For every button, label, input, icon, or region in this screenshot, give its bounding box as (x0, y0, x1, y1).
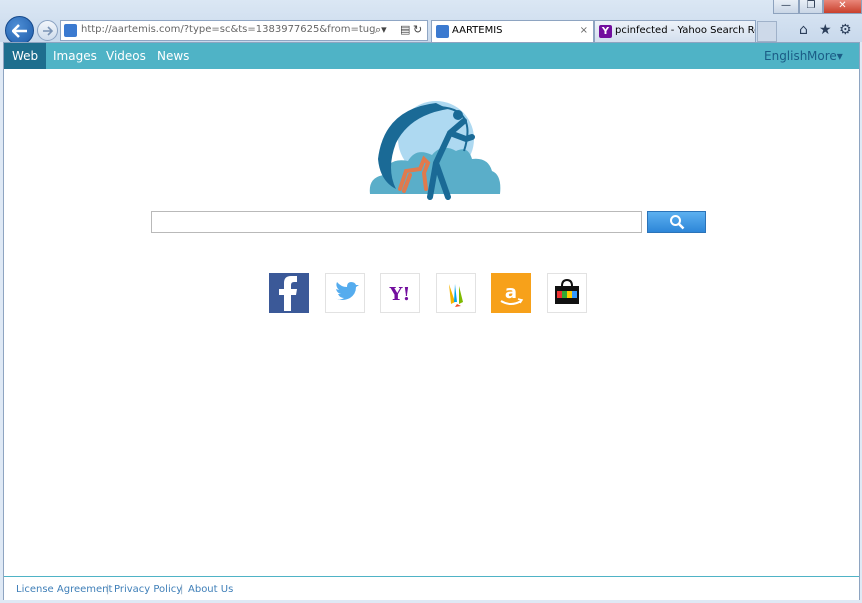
tab-label: AARTEMIS (452, 25, 503, 36)
msn-link[interactable] (436, 273, 476, 313)
compatibility-view-icon[interactable]: ▤ (400, 23, 410, 36)
footer-separator: | (180, 584, 184, 595)
nav-images[interactable]: Images (45, 43, 105, 69)
refresh-icon[interactable]: ↻ (413, 23, 422, 36)
home-icon[interactable]: ⌂ (799, 22, 808, 38)
site-favicon-icon (64, 24, 77, 37)
close-window-button[interactable]: ✕ (823, 0, 862, 14)
shopping-bag-icon (555, 278, 579, 304)
address-url: http://aartemis.com/?type=sc&ts=13839776… (81, 24, 376, 35)
yahoo-link[interactable]: Y! (380, 273, 420, 313)
search-button[interactable] (647, 211, 706, 233)
footer-separator: | (106, 584, 110, 595)
more-menu[interactable]: More▾ (799, 43, 851, 69)
tab-yahoo-search[interactable]: Y pcinfected - Yahoo Search Res... (594, 20, 756, 42)
aartemis-logo (369, 101, 501, 200)
tab-close-icon[interactable]: × (580, 21, 588, 41)
favorites-star-icon[interactable]: ★ (819, 22, 832, 38)
aartemis-favicon-icon (436, 25, 449, 38)
facebook-link[interactable] (269, 273, 309, 313)
address-bar[interactable]: http://aartemis.com/?type=sc&ts=13839776… (60, 20, 428, 41)
twitter-link[interactable] (325, 273, 365, 313)
search-dropdown-icon[interactable]: ⌕▾ (375, 23, 387, 37)
yahoo-favicon-icon: Y (599, 25, 612, 38)
back-button[interactable] (5, 16, 34, 45)
minimize-button[interactable]: — (773, 0, 799, 14)
svg-text:a: a (505, 282, 517, 303)
svg-text:Y!: Y! (389, 284, 411, 305)
shopping-link[interactable] (547, 273, 587, 313)
amazon-icon: a (500, 282, 524, 305)
forward-arrow-icon (43, 25, 53, 36)
privacy-policy-link[interactable]: Privacy Policy (114, 584, 182, 595)
tab-aartemis[interactable]: AARTEMIS × (431, 20, 594, 42)
nav-news[interactable]: News (149, 43, 197, 69)
search-icon (669, 215, 684, 230)
forward-button[interactable] (37, 20, 58, 41)
facebook-icon (279, 276, 297, 311)
msn-butterfly-icon (449, 284, 463, 307)
tab-label: pcinfected - Yahoo Search Res... (615, 25, 755, 36)
license-agreement-link[interactable]: License Agreement (16, 584, 112, 595)
new-tab-button[interactable] (757, 21, 777, 42)
nav-videos[interactable]: Videos (98, 43, 154, 69)
page-content: Web Images Videos News English More▾ Y! … (3, 42, 860, 600)
nav-web[interactable]: Web (4, 43, 47, 69)
twitter-bird-icon (335, 282, 359, 300)
yahoo-logo-icon: Y! (389, 284, 411, 305)
settings-gear-icon[interactable]: ⚙ (839, 22, 852, 38)
amazon-link[interactable]: a (491, 273, 531, 313)
maximize-button[interactable]: ❐ (799, 0, 823, 14)
browser-chrome: — ❐ ✕ http://aartemis.com/?type=sc&ts=13… (0, 0, 862, 45)
top-navigation: Web Images Videos News English More▾ (4, 43, 859, 69)
back-arrow-icon (11, 23, 27, 38)
footer: License Agreement | Privacy Policy | Abo… (4, 576, 859, 600)
search-input[interactable] (151, 211, 642, 233)
about-us-link[interactable]: About Us (188, 584, 233, 595)
